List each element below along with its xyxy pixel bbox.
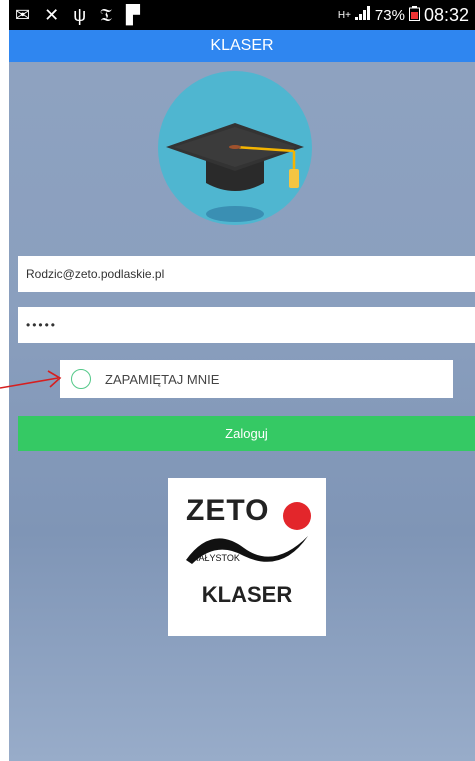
brand-product-name: KLASER	[201, 582, 293, 607]
status-notifications: ✉ ✕ ψ 𝔗 ▛	[15, 5, 140, 26]
flag-icon: ▛	[125, 4, 140, 25]
battery-icon	[408, 5, 420, 25]
brand-red-dot	[283, 502, 311, 530]
brand-city: BIAŁYSTOK	[190, 553, 240, 563]
mail-icon: ✉	[15, 4, 31, 25]
password-input[interactable]	[18, 307, 475, 343]
signal-icon	[354, 6, 371, 24]
remember-me-label: ZAPAMIĘTAJ MNIE	[105, 371, 220, 387]
news-icon: 𝔗	[100, 4, 112, 25]
annotation-arrow-icon	[0, 370, 62, 389]
remember-me-checkbox[interactable]: ZAPAMIĘTAJ MNIE	[60, 360, 453, 398]
data-hplus-icon: H+	[337, 9, 351, 21]
brand-zeto-word: ZETO	[186, 494, 270, 527]
email-input[interactable]	[18, 256, 475, 292]
zeto-klaser-logo: ZETO BIAŁYSTOK KLASER	[168, 478, 326, 636]
status-bar: ✉ ✕ ψ 𝔗 ▛ H+ 73% 08:32	[9, 0, 475, 30]
radio-circle-icon[interactable]	[71, 369, 91, 389]
app-notification-icon: ✕	[44, 4, 60, 25]
app-logo-circle	[158, 71, 312, 225]
app-title: KLASER	[210, 37, 274, 54]
graduation-cap-icon	[166, 123, 304, 222]
usb-icon: ψ	[73, 4, 87, 25]
app-bar: KLASER	[9, 30, 475, 62]
phone-screen: ✉ ✕ ψ 𝔗 ▛ H+ 73% 08:32 KLASER Rodzic@zet…	[9, 0, 475, 761]
status-system: H+ 73% 08:32	[338, 5, 469, 26]
login-button[interactable]: Zaloguj	[18, 416, 475, 451]
battery-percent: 73%	[374, 6, 405, 24]
clock: 08:32	[423, 4, 469, 25]
